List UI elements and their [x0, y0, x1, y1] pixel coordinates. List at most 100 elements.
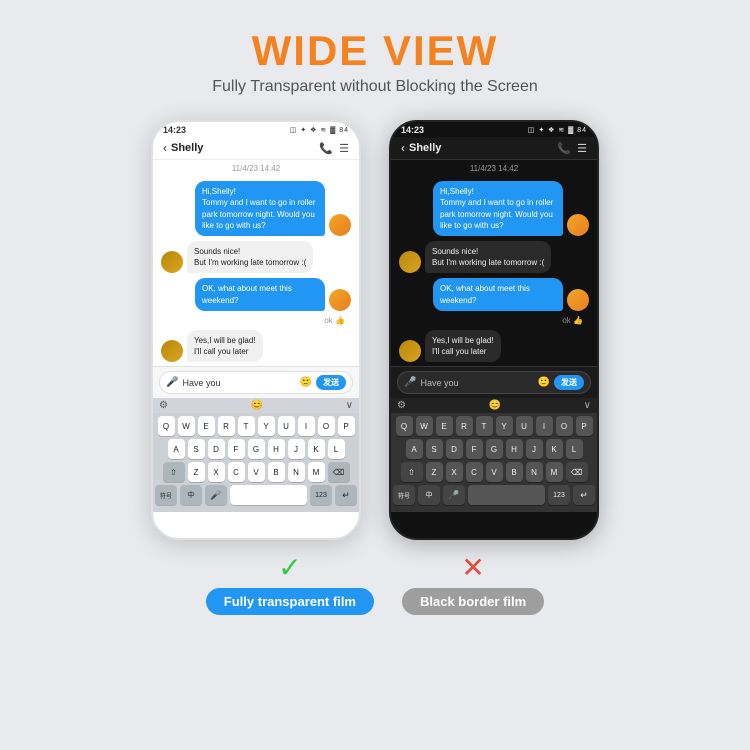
right-key-mic[interactable]: 🎤 — [443, 485, 465, 505]
right-key-o[interactable]: O — [556, 416, 573, 436]
key-r[interactable]: R — [218, 416, 235, 436]
back-arrow-icon[interactable]: ‹ — [163, 141, 167, 155]
kb-tool-2[interactable]: 😊 — [251, 400, 263, 411]
right-key-t[interactable]: T — [476, 416, 493, 436]
right-mic-icon[interactable]: 🎤 — [404, 377, 416, 388]
right-key-shift[interactable]: ⇧ — [401, 462, 423, 482]
key-l[interactable]: L — [328, 439, 345, 459]
left-kb-row-2: A S D F G H J K L — [155, 439, 357, 459]
left-kb-row-3: ⇧ Z X C V B N M ⌫ — [155, 462, 357, 482]
key-q[interactable]: Q — [158, 416, 175, 436]
right-key-zh[interactable]: 中 — [418, 485, 440, 505]
left-send-btn[interactable]: 发送 — [316, 375, 346, 390]
right-key-b[interactable]: B — [506, 462, 523, 482]
right-key-a[interactable]: A — [406, 439, 423, 459]
key-x[interactable]: X — [208, 462, 225, 482]
right-key-q[interactable]: Q — [396, 416, 413, 436]
right-chat-name: Shelly — [409, 142, 441, 154]
key-a[interactable]: A — [168, 439, 185, 459]
left-kb-row-4: 符号 中 🎤 123 ↵ — [155, 485, 357, 505]
left-mic-icon[interactable]: 🎤 — [166, 377, 178, 388]
right-key-space[interactable] — [468, 485, 545, 505]
key-u[interactable]: U — [278, 416, 295, 436]
key-enter[interactable]: ↵ — [335, 485, 357, 505]
key-m[interactable]: M — [308, 462, 325, 482]
key-e[interactable]: E — [198, 416, 215, 436]
right-key-i[interactable]: I — [536, 416, 553, 436]
right-ok-row: ok 👍 — [399, 316, 589, 325]
right-kb-tool-1[interactable]: ⚙ — [397, 400, 406, 411]
right-key-g[interactable]: G — [486, 439, 503, 459]
key-g[interactable]: G — [248, 439, 265, 459]
phone-icon[interactable]: 📞 — [319, 142, 333, 155]
right-key-u[interactable]: U — [516, 416, 533, 436]
key-mic[interactable]: 🎤 — [205, 485, 227, 505]
left-emoji-icon[interactable]: 🙂 — [300, 377, 312, 388]
right-avatar-1 — [567, 214, 589, 236]
key-d[interactable]: D — [208, 439, 225, 459]
key-b[interactable]: B — [268, 462, 285, 482]
right-kb-tool-3[interactable]: ∨ — [584, 400, 591, 411]
key-fugo[interactable]: 符号 — [155, 485, 177, 505]
key-v[interactable]: V — [248, 462, 265, 482]
right-chat-messages: Hi,Shelly!Tommy and I want to go in roll… — [391, 177, 597, 366]
key-j[interactable]: J — [288, 439, 305, 459]
right-menu-icon[interactable]: ☰ — [577, 142, 587, 155]
key-123[interactable]: 123 — [310, 485, 332, 505]
right-key-l[interactable]: L — [566, 439, 583, 459]
right-key-c[interactable]: C — [466, 462, 483, 482]
key-f[interactable]: F — [228, 439, 245, 459]
right-key-fugo[interactable]: 符号 — [393, 485, 415, 505]
right-key-n[interactable]: N — [526, 462, 543, 482]
right-key-z[interactable]: Z — [426, 462, 443, 482]
right-chat-header-right: 📞 ☰ — [557, 142, 587, 155]
right-key-f[interactable]: F — [466, 439, 483, 459]
main-subtitle: Fully Transparent without Blocking the S… — [212, 78, 538, 96]
right-back-arrow-icon[interactable]: ‹ — [401, 141, 405, 155]
key-i[interactable]: I — [298, 416, 315, 436]
left-input-text[interactable]: Have you — [182, 378, 295, 388]
key-y[interactable]: Y — [258, 416, 275, 436]
right-key-k[interactable]: K — [546, 439, 563, 459]
right-key-h[interactable]: H — [506, 439, 523, 459]
key-zh[interactable]: 中 — [180, 485, 202, 505]
key-space[interactable] — [230, 485, 307, 505]
key-k[interactable]: K — [308, 439, 325, 459]
right-emoji-icon[interactable]: 🙂 — [538, 377, 550, 388]
right-send-btn[interactable]: 发送 — [554, 375, 584, 390]
key-n[interactable]: N — [288, 462, 305, 482]
right-key-del[interactable]: ⌫ — [566, 462, 588, 482]
right-key-w[interactable]: W — [416, 416, 433, 436]
right-kb-tool-2[interactable]: 😊 — [489, 400, 501, 411]
key-shift[interactable]: ⇧ — [163, 462, 185, 482]
right-key-e[interactable]: E — [436, 416, 453, 436]
right-key-m[interactable]: M — [546, 462, 563, 482]
kb-tool-3[interactable]: ∨ — [346, 400, 353, 411]
right-key-y[interactable]: Y — [496, 416, 513, 436]
key-o[interactable]: O — [318, 416, 335, 436]
key-s[interactable]: S — [188, 439, 205, 459]
right-key-enter[interactable]: ↵ — [573, 485, 595, 505]
left-keyboard: Q W E R T Y U I O P A S D F G H — [153, 413, 359, 512]
right-key-x[interactable]: X — [446, 462, 463, 482]
key-t[interactable]: T — [238, 416, 255, 436]
key-c[interactable]: C — [228, 462, 245, 482]
right-input-text[interactable]: Have you — [420, 378, 533, 388]
right-key-s[interactable]: S — [426, 439, 443, 459]
right-key-r[interactable]: R — [456, 416, 473, 436]
main-title: WIDE VIEW — [212, 28, 538, 74]
right-key-j[interactable]: J — [526, 439, 543, 459]
key-p[interactable]: P — [338, 416, 355, 436]
kb-tool-1[interactable]: ⚙ — [159, 400, 168, 411]
menu-icon[interactable]: ☰ — [339, 142, 349, 155]
right-key-d[interactable]: D — [446, 439, 463, 459]
right-key-123[interactable]: 123 — [548, 485, 570, 505]
key-h[interactable]: H — [268, 439, 285, 459]
key-z[interactable]: Z — [188, 462, 205, 482]
right-kb-row-3: ⇧ Z X C V B N M ⌫ — [393, 462, 595, 482]
key-del[interactable]: ⌫ — [328, 462, 350, 482]
right-phone-icon[interactable]: 📞 — [557, 142, 571, 155]
right-key-p[interactable]: P — [576, 416, 593, 436]
key-w[interactable]: W — [178, 416, 195, 436]
right-key-v[interactable]: V — [486, 462, 503, 482]
